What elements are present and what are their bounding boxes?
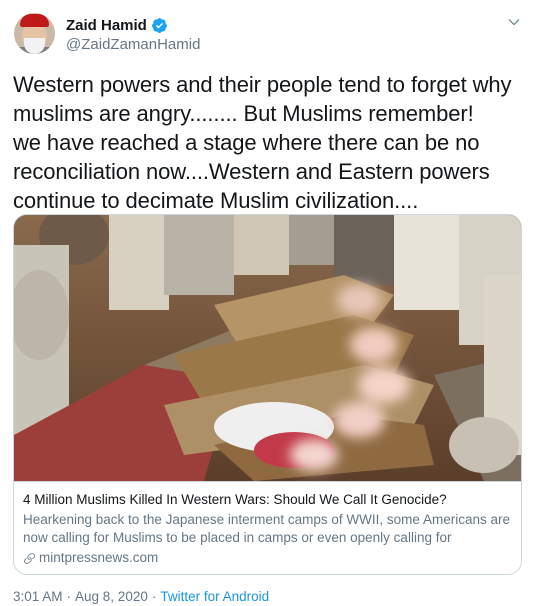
tweet-meta: 3:01 AM · Aug 8, 2020 · Twitter for Android (13, 589, 269, 604)
tweet-source[interactable]: Twitter for Android (160, 589, 269, 604)
card-domain-text: mintpressnews.com (39, 550, 159, 565)
name-row: Zaid Hamid (66, 15, 168, 35)
card-title: 4 Million Muslims Killed In Western Wars… (23, 492, 447, 507)
avatar[interactable] (14, 13, 55, 54)
display-name[interactable]: Zaid Hamid (66, 17, 147, 34)
card-info[interactable]: 4 Million Muslims Killed In Western Wars… (14, 481, 521, 574)
link-icon (24, 552, 35, 564)
tweet-text: Western powers and their people tend to … (13, 72, 512, 213)
handle[interactable]: @ZaidZamanHamid (66, 36, 200, 53)
tweet-date[interactable]: Aug 8, 2020 (75, 589, 148, 604)
card-domain: mintpressnews.com (23, 549, 511, 567)
meta-separator: · (66, 589, 72, 604)
link-card[interactable]: 4 Million Muslims Killed In Western Wars… (13, 214, 522, 575)
meta-separator: · (151, 589, 157, 604)
tweet[interactable]: Zaid Hamid @ZaidZamanHamid Western power… (0, 0, 537, 606)
card-image (14, 215, 521, 481)
tweet-time[interactable]: 3:01 AM (13, 589, 63, 604)
chevron-down-icon[interactable] (505, 13, 523, 31)
verified-badge-icon (151, 17, 167, 33)
card-description: Hearkening back to the Japanese intermen… (23, 512, 510, 545)
avatar-cap (20, 14, 49, 27)
